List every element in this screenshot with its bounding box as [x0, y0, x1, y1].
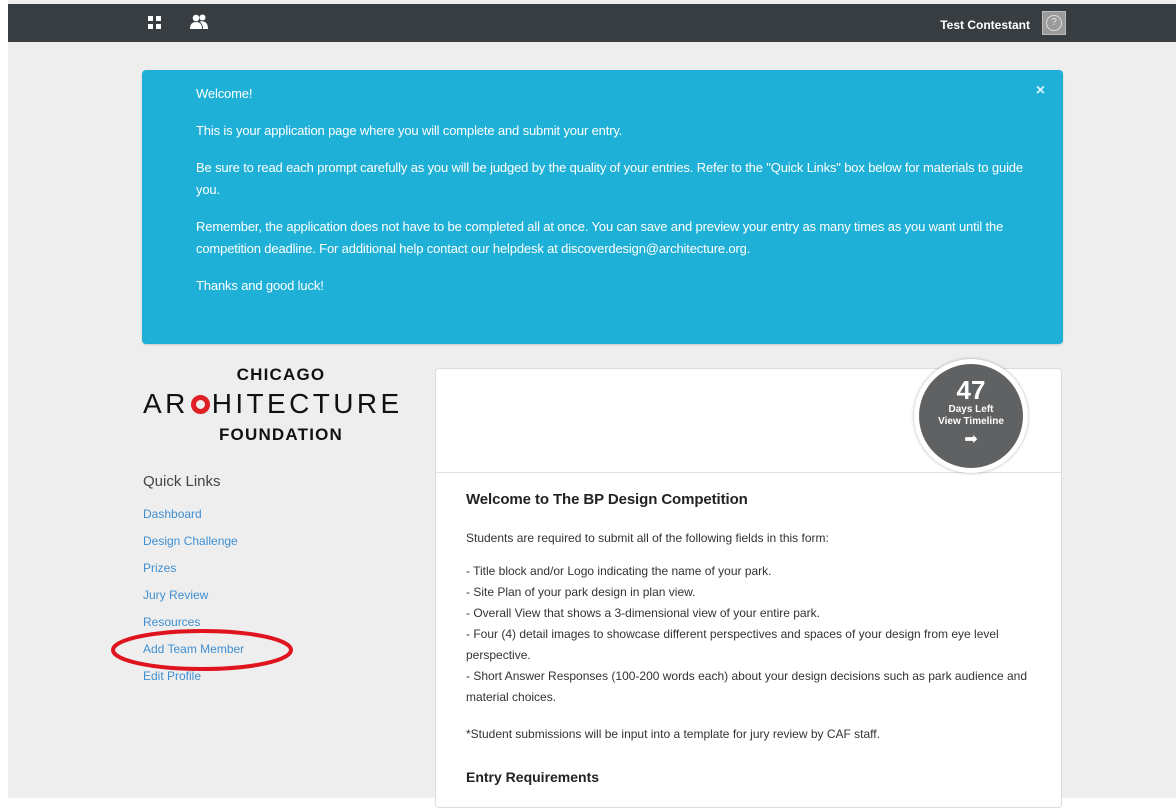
panel-body: Welcome to The BP Design Competition Stu…: [466, 491, 1036, 785]
logo-text-ar: AR: [143, 388, 189, 419]
close-icon[interactable]: ×: [1036, 82, 1045, 100]
view-timeline-button[interactable]: 47 Days Left View Timeline ➡: [919, 364, 1023, 468]
days-left-badge: 47 Days Left View Timeline ➡: [914, 359, 1028, 473]
requirement-item: - Title block and/or Logo indicating the…: [466, 564, 772, 578]
alert-paragraph: Be sure to read each prompt carefully as…: [196, 160, 1023, 197]
requirements-intro: Students are required to submit all of t…: [466, 531, 829, 545]
help-icon: ?: [1046, 15, 1062, 31]
alert-signoff: Thanks and good luck!: [196, 278, 324, 293]
user-name[interactable]: Test Contestant: [940, 18, 1030, 32]
logo-line-architecture: AR HITECTURE: [143, 388, 419, 420]
quick-link-prizes[interactable]: Prizes: [143, 560, 244, 587]
requirement-item: - Four (4) detail images to showcase dif…: [466, 627, 999, 662]
days-left-count: 47: [956, 375, 986, 405]
alert-paragraph: This is your application page where you …: [196, 123, 623, 138]
help-button[interactable]: ?: [1042, 11, 1066, 35]
quick-link-dashboard[interactable]: Dashboard: [143, 506, 244, 533]
days-left-label: Days Left: [948, 404, 994, 415]
users-icon[interactable]: [188, 12, 210, 34]
submission-footnote: *Student submissions will be input into …: [466, 727, 880, 741]
entry-requirements-heading: Entry Requirements: [466, 769, 600, 785]
top-navigation-bar: Test Contestant ?: [8, 4, 1176, 42]
logo-line-foundation: FOUNDATION: [218, 425, 344, 444]
panel-header: 47 Days Left View Timeline ➡: [436, 359, 1061, 473]
quick-link-jury-review[interactable]: Jury Review: [143, 587, 244, 614]
welcome-alert: × Welcome! This is your application page…: [142, 70, 1063, 344]
requirement-item: - Short Answer Responses (100-200 words …: [466, 669, 1027, 704]
logo-red-c-icon: [190, 395, 210, 414]
alert-paragraph: Remember, the application does not have …: [196, 219, 1004, 256]
logo-line-chicago: CHICAGO: [236, 365, 326, 384]
arrow-right-icon: ➡: [964, 431, 978, 448]
highlight-ellipse: [111, 629, 293, 671]
view-timeline-label: View Timeline: [938, 416, 1004, 427]
requirement-item: - Overall View that shows a 3-dimensiona…: [466, 606, 820, 620]
quick-link-design-challenge[interactable]: Design Challenge: [143, 533, 244, 560]
chicago-architecture-foundation-logo: CHICAGO AR HITECTURE FOUNDATION: [143, 365, 419, 445]
quick-link-edit-profile[interactable]: Edit Profile: [143, 668, 244, 695]
main-content-panel: 47 Days Left View Timeline ➡ Welcome to …: [435, 359, 1062, 808]
competition-title: Welcome to The BP Design Competition: [466, 491, 748, 508]
alert-greeting: Welcome!: [196, 86, 253, 101]
logo-text-hitecture: HITECTURE: [211, 388, 403, 419]
requirement-item: - Site Plan of your park design in plan …: [466, 585, 696, 599]
grid-icon[interactable]: [148, 16, 162, 30]
quick-links-heading: Quick Links: [143, 473, 221, 490]
